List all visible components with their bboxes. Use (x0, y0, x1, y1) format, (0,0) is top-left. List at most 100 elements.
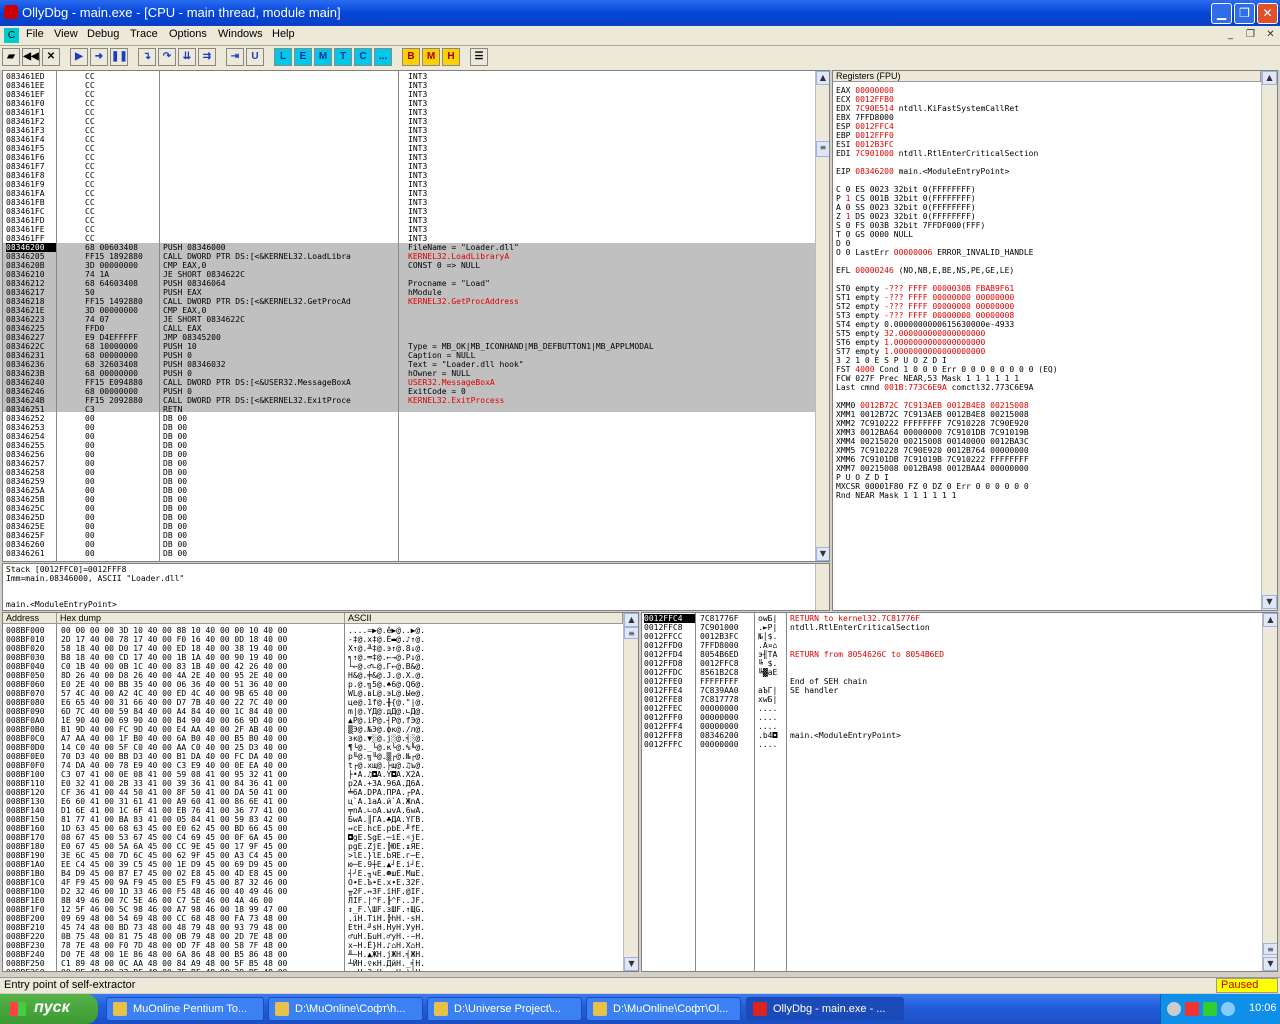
info-scrollbar[interactable] (815, 564, 829, 610)
mdi-restore-button[interactable]: ❐ (1243, 28, 1258, 42)
minimize-button[interactable]: ▁ (1211, 3, 1232, 24)
scroll-up-icon[interactable]: ▲ (816, 71, 829, 85)
scroll-thumb[interactable]: ≡ (816, 141, 829, 157)
register-line[interactable]: ESP 0012FFC4 (836, 122, 894, 131)
register-line[interactable]: ESI 0012B3FC (836, 140, 894, 149)
handles-window-button[interactable]: H (442, 48, 460, 66)
register-line[interactable]: Rnd NEAR Mask 1 1 1 1 1 1 (836, 491, 956, 500)
dump-hex-header[interactable]: Hex dump (57, 613, 345, 624)
register-line[interactable]: ST7 empty 1.0000000000000000000 (836, 347, 985, 356)
register-line[interactable]: XMM6 7C9101DB 7C91019B 7C910222 FFFFFFFF (836, 455, 1029, 464)
register-line[interactable]: ST4 empty 0.0000000000615630000e-4933 (836, 320, 1014, 329)
register-line[interactable]: ECX 0012FFB0 (836, 95, 894, 104)
register-line[interactable]: ST0 empty -??? FFFF 0000030B FBAB9F61 (836, 284, 1014, 293)
taskbar-item-ollydbg[interactable]: OllyDbg - main.exe - ... (746, 997, 904, 1021)
menu-debug[interactable]: Debug (87, 28, 119, 40)
register-line[interactable]: ST6 empty 1.0000000000000000000 (836, 338, 985, 347)
register-line[interactable]: P U O Z D I (836, 473, 889, 482)
dump-ascii-header[interactable]: ASCII (345, 613, 623, 624)
register-line[interactable]: XMM5 7C910228 7C90E920 0012B764 00000000 (836, 446, 1029, 455)
register-line[interactable]: EDI 7C901000 ntdll.RtlEnterCriticalSecti… (836, 149, 1038, 158)
threads-window-button[interactable]: T (334, 48, 352, 66)
registers-scrollbar[interactable]: ▲ ▼ (1261, 71, 1277, 610)
taskbar-item-folder[interactable]: D:\Universe Project\... (427, 997, 582, 1021)
register-line[interactable]: P 1 CS 001B 32bit 0(FFFFFFFF) (836, 194, 976, 203)
register-line[interactable]: FCW 027F Prec NEAR,53 Mask 1 1 1 1 1 1 (836, 374, 1019, 383)
menu-trace[interactable]: Trace (130, 28, 158, 40)
step-into-icon[interactable]: ↴ (138, 48, 156, 66)
taskbar-item-muonline[interactable]: MuOnline Pentium To... (106, 997, 264, 1021)
memory-map-window-button[interactable]: M (422, 48, 440, 66)
tray-icon[interactable] (1167, 1002, 1181, 1016)
dump-address-header[interactable]: Address (3, 613, 57, 624)
tray-icon[interactable] (1203, 1002, 1217, 1016)
register-line[interactable]: C 0 ES 0023 32bit 0(FFFFFFFF) (836, 185, 976, 194)
register-line[interactable]: EBX 7FFD8000 (836, 113, 894, 122)
scroll-down-icon[interactable]: ▼ (1262, 595, 1277, 609)
mdi-close-button[interactable]: ✕ (1263, 28, 1278, 42)
register-line[interactable]: D 0 (836, 239, 850, 248)
scroll-down-icon[interactable]: ▼ (1263, 957, 1277, 971)
register-line[interactable]: FST 4000 Cond 1 0 0 0 Err 0 0 0 0 0 0 0 … (836, 365, 1058, 374)
menu-windows[interactable]: Windows (218, 28, 263, 40)
register-line[interactable]: EIP 08346200 main.<ModuleEntryPoint> (836, 167, 1009, 176)
menu-view[interactable]: View (54, 28, 78, 40)
scroll-thumb[interactable]: ≡ (1263, 943, 1277, 955)
run-thread-icon[interactable]: ➜ (90, 48, 108, 66)
disassembly-pane[interactable]: 083461ED CC INT3 083461EE CC INT3 083461EF CC IN… (2, 70, 830, 562)
dump-scrollbar[interactable]: ▲ ≡ ▼ (623, 613, 638, 971)
register-line[interactable]: ST3 empty -??? FFFF 00000000 00000008 (836, 311, 1014, 320)
scroll-up-icon[interactable]: ▲ (1263, 613, 1277, 627)
register-line[interactable]: ST1 empty -??? FFFF 00000000 00000000 (836, 293, 1014, 302)
disassembly-scrollbar[interactable]: ▲ ≡ ▼ (815, 71, 829, 561)
register-line[interactable]: Z 1 DS 0023 32bit 0(FFFFFFFF) (836, 212, 976, 221)
scroll-up-icon[interactable]: ▲ (624, 613, 638, 627)
register-line[interactable]: XMM7 00215008 0012BA98 0012BAA4 00000000 (836, 464, 1029, 473)
pause-icon[interactable]: ❚❚ (110, 48, 128, 66)
taskbar-item-folder[interactable]: D:\MuOnline\Софт\Ol... (586, 997, 741, 1021)
restart-icon[interactable]: ◀◀ (22, 48, 40, 66)
mdi-minimize-button[interactable]: _ (1223, 28, 1238, 42)
register-line[interactable]: O 0 LastErr 00000006 ERROR_INVALID_HANDL… (836, 248, 1033, 257)
register-line[interactable]: EFL 00000246 (NO,NB,E,BE,NS,PE,GE,LE) (836, 266, 1014, 275)
trace-into-icon[interactable]: ⇊ (178, 48, 196, 66)
register-line[interactable]: T 0 GS 0000 NULL (836, 230, 913, 239)
register-line[interactable]: S 0 FS 003B 32bit 7FFDF000(FFF) (836, 221, 985, 230)
execute-till-user-code-icon[interactable]: U (246, 48, 264, 66)
run-icon[interactable]: ▶ (70, 48, 88, 66)
scroll-down-icon[interactable]: ▼ (816, 547, 829, 561)
register-line[interactable]: EAX 00000000 (836, 86, 894, 95)
register-line[interactable]: EBP 0012FFF0 (836, 131, 894, 140)
start-button[interactable]: пуск (0, 994, 98, 1024)
memory-window-button[interactable]: M (314, 48, 332, 66)
register-line[interactable]: XMM4 00215020 00215008 00140000 0012BA3C (836, 437, 1029, 446)
execute-till-return-icon[interactable]: ⇥ (226, 48, 244, 66)
executables-window-button[interactable]: E (294, 48, 312, 66)
close-program-icon[interactable]: ✕ (42, 48, 60, 66)
scroll-up-icon[interactable]: ▲ (1262, 71, 1277, 85)
register-line[interactable]: A 0 SS 0023 32bit 0(FFFFFFFF) (836, 203, 976, 212)
menu-options[interactable]: Options (169, 28, 207, 40)
register-line[interactable]: EDX 7C90E514 ntdll.KiFastSystemCallRet (836, 104, 1019, 113)
register-line[interactable]: XMM0 0012B72C 7C913AEB 0012B4E8 00215008 (836, 401, 1029, 410)
taskbar-item-folder[interactable]: D:\MuOnline\Софт\h... (268, 997, 423, 1021)
register-line[interactable]: MXCSR 00001F80 FZ 0 DZ 0 Err 0 0 0 0 0 0 (836, 482, 1029, 491)
stack-pane[interactable]: 0012FFC4 7C81776F owБ| RETURN to kernel32.7… (641, 612, 1278, 972)
step-over-icon[interactable]: ↷ (158, 48, 176, 66)
cpu-window-button[interactable]: C (354, 48, 372, 66)
cpu-window-icon[interactable]: C (4, 28, 19, 43)
patches-window-button[interactable]: ... (374, 48, 392, 66)
log-window-button[interactable]: L (274, 48, 292, 66)
tray-icon[interactable] (1221, 1002, 1235, 1016)
register-line[interactable]: ST5 empty 32.000000000000000000 (836, 329, 985, 338)
close-button[interactable]: ✕ (1257, 3, 1278, 24)
maximize-button[interactable]: ❐ (1234, 3, 1255, 24)
scroll-down-icon[interactable]: ▼ (624, 957, 638, 971)
register-line[interactable]: Last cmnd 001B:773C6E9A comctl32.773C6E9… (836, 383, 1034, 392)
scroll-thumb[interactable]: ≡ (624, 627, 638, 639)
trace-over-icon[interactable]: ⇉ (198, 48, 216, 66)
register-line[interactable]: XMM3 0012BA64 00000000 7C9101DB 7C91019B (836, 428, 1029, 437)
register-line[interactable]: ST2 empty -??? FFFF 00000000 00000000 (836, 302, 1014, 311)
list-icon[interactable]: ☰ (470, 48, 488, 66)
register-line[interactable]: XMM1 0012B72C 7C913AEB 0012B4E8 00215008 (836, 410, 1029, 419)
